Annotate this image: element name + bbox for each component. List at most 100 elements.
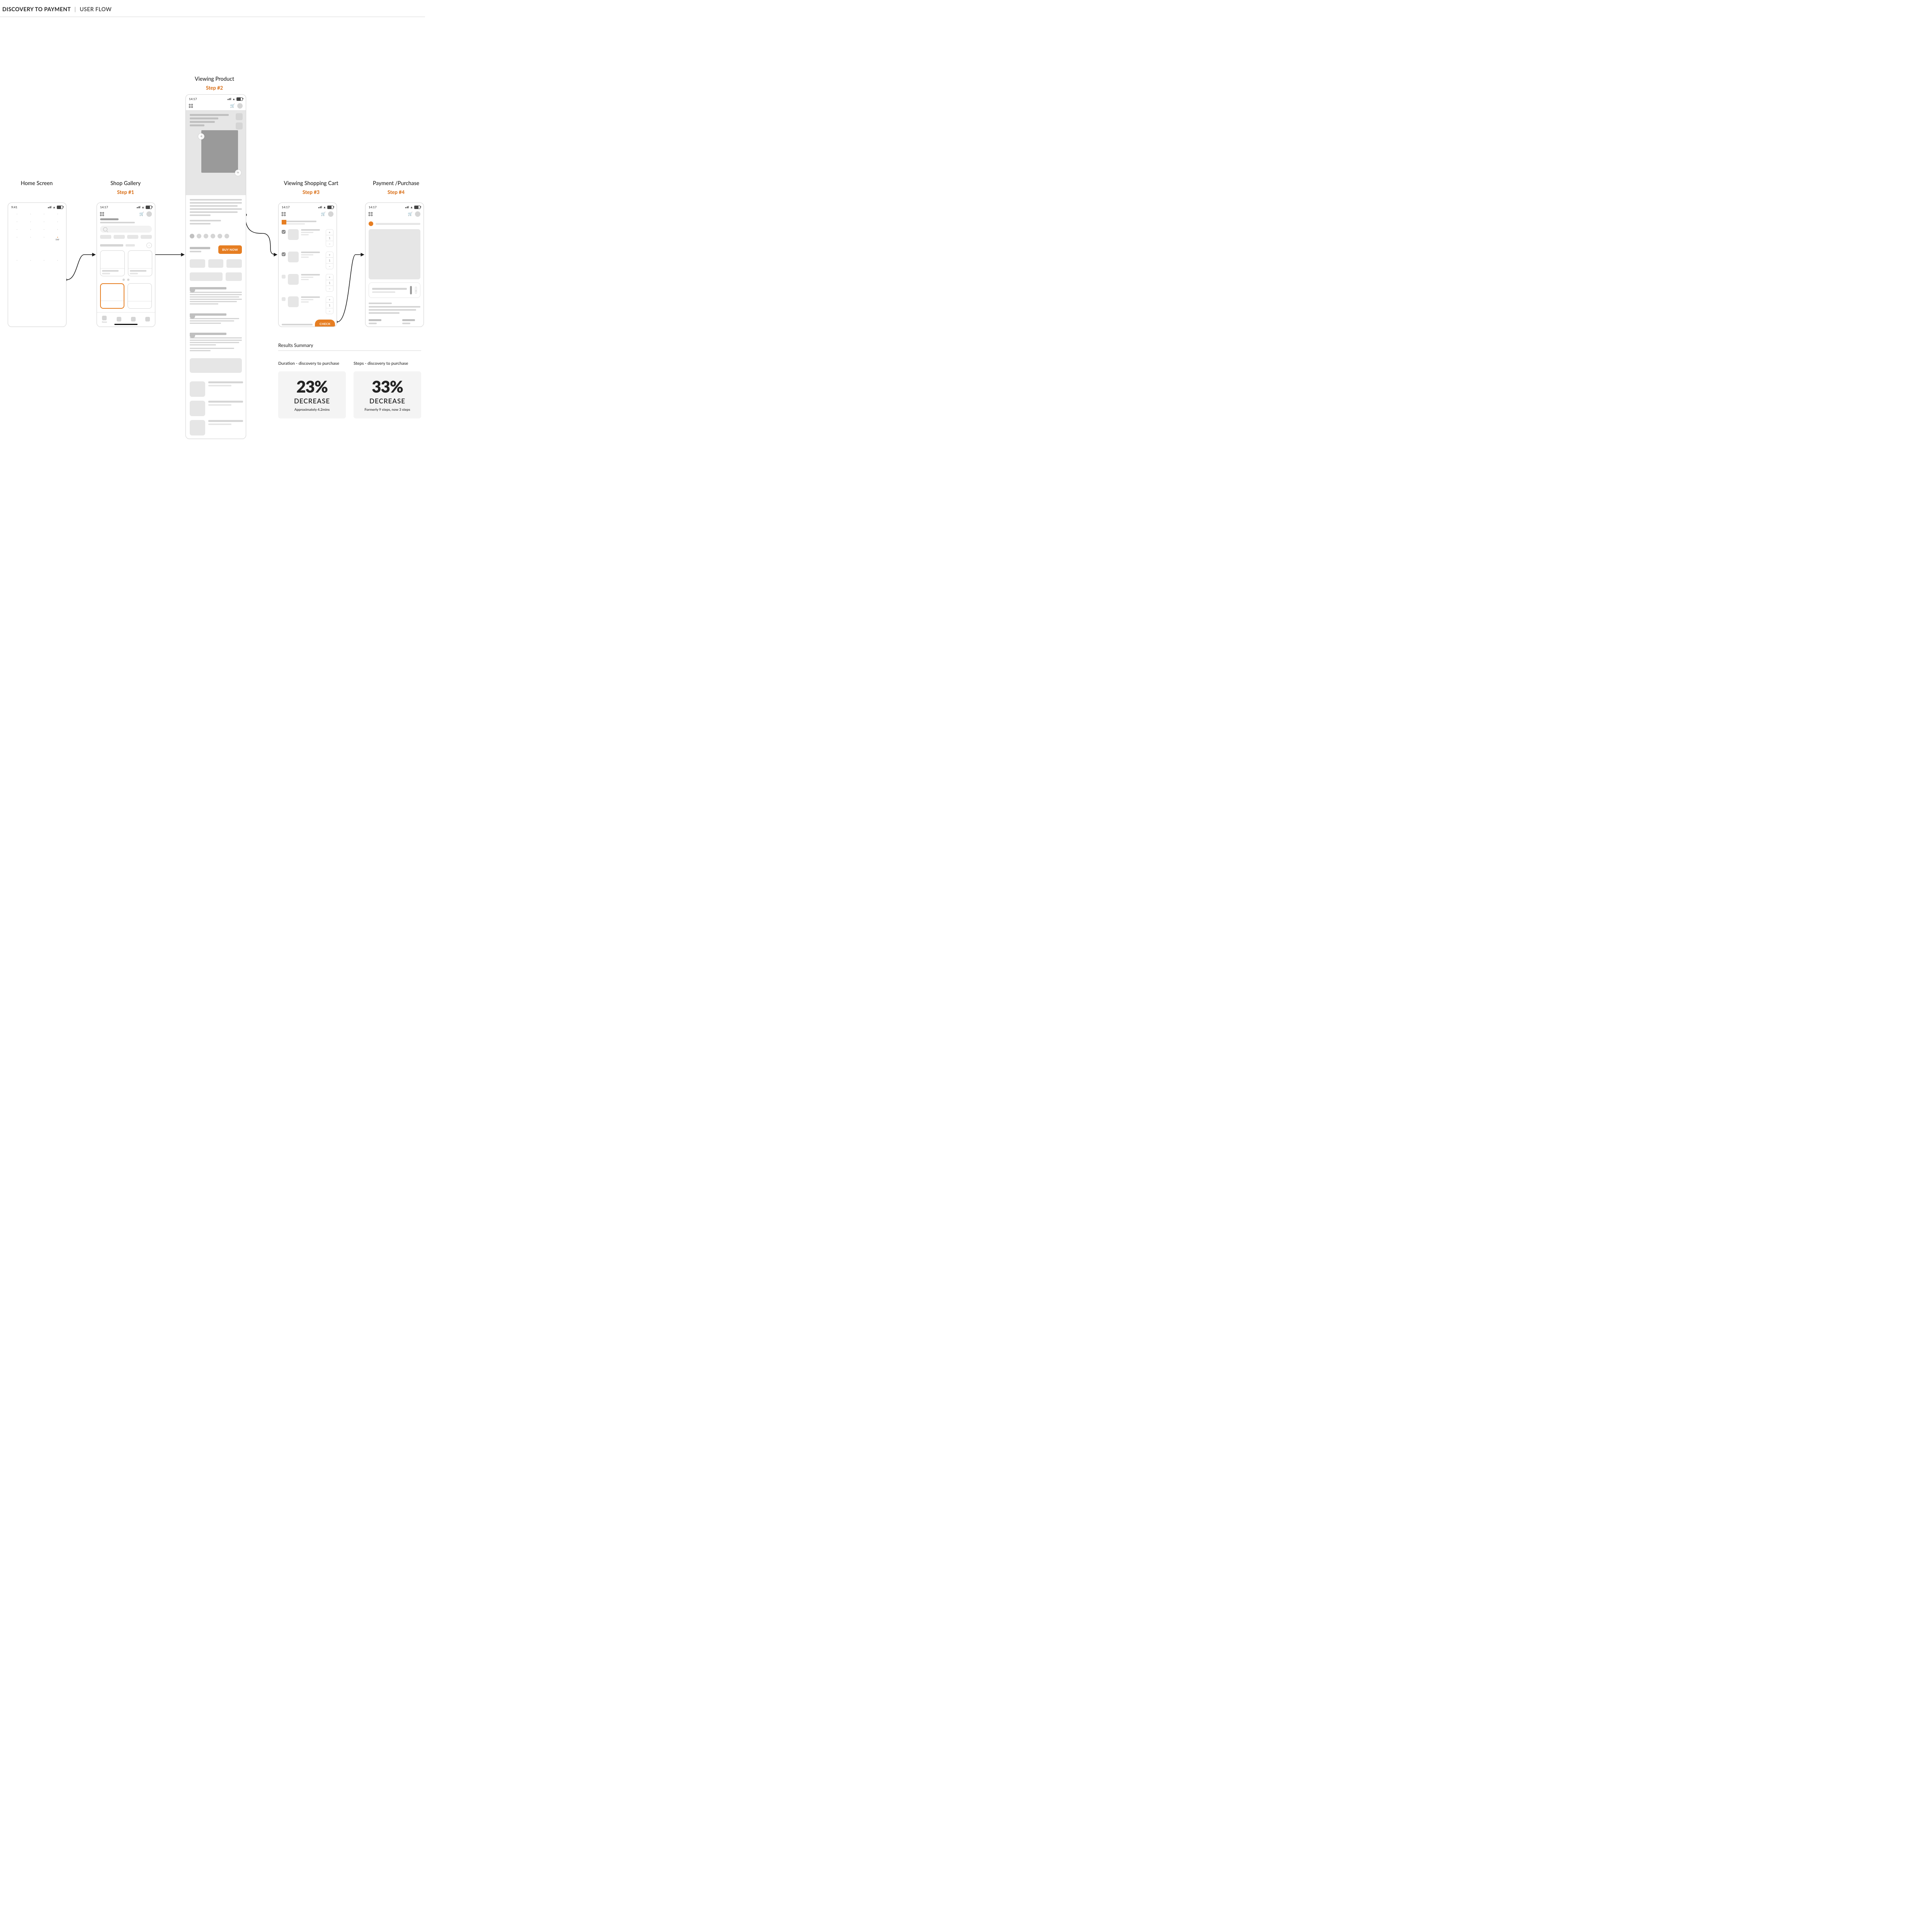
hotspot-icon[interactable]: +	[235, 170, 241, 176]
stepper-minus[interactable]: −	[326, 241, 333, 247]
swatch[interactable]	[218, 234, 222, 238]
avatar-icon[interactable]	[328, 211, 333, 217]
app-icon[interactable]	[12, 237, 22, 241]
app-icon[interactable]	[53, 221, 62, 225]
app-icon[interactable]	[26, 237, 35, 241]
shop-app-icon[interactable]: SW	[53, 237, 62, 241]
search-input[interactable]	[100, 226, 152, 233]
app-icon[interactable]	[39, 214, 49, 218]
checkout-button[interactable]: CHECK OUT	[315, 320, 335, 327]
select-all-flag[interactable]	[282, 220, 286, 224]
chip[interactable]	[114, 235, 125, 239]
info-tile[interactable]	[190, 259, 205, 268]
swatch[interactable]	[204, 234, 208, 238]
cart-icon[interactable]: 🛒	[408, 212, 413, 216]
status-time: 9:41	[11, 205, 17, 209]
swatch[interactable]	[224, 234, 229, 238]
qty-stepper[interactable]: + 1 −	[326, 274, 333, 292]
summary-col	[369, 319, 387, 324]
menu-grid-icon[interactable]	[369, 212, 372, 216]
app-icon[interactable]	[39, 260, 49, 264]
cart-icon[interactable]: 🛒	[139, 212, 144, 216]
app-icon[interactable]	[53, 214, 62, 218]
checkbox[interactable]	[282, 230, 286, 234]
app-icon[interactable]	[12, 214, 22, 218]
promo-banner[interactable]	[190, 358, 242, 373]
list-item[interactable]	[190, 420, 242, 435]
swatch[interactable]	[190, 234, 194, 238]
qty-stepper[interactable]: + 1 −	[326, 229, 333, 247]
app-icon[interactable]	[53, 229, 62, 233]
summary-columns	[366, 317, 423, 327]
info-tile[interactable]	[190, 272, 223, 281]
thumbnail[interactable]	[236, 122, 243, 129]
info-tile[interactable]	[226, 272, 242, 281]
card-action-icon[interactable]: ›	[415, 287, 417, 294]
product-card-selected[interactable]	[100, 283, 124, 309]
product-card[interactable]	[128, 250, 153, 276]
item-thumb[interactable]	[288, 274, 299, 285]
menu-grid-icon[interactable]	[100, 212, 104, 216]
avatar-icon[interactable]	[415, 211, 420, 217]
tab-home[interactable]: Home	[102, 316, 107, 323]
cart-icon[interactable]: 🛒	[321, 212, 326, 216]
stepper-plus[interactable]: +	[326, 230, 333, 235]
avatar-icon[interactable]	[146, 211, 152, 217]
cart-header	[279, 218, 337, 227]
thumbnail[interactable]	[236, 113, 243, 120]
stepper-plus[interactable]: +	[326, 252, 333, 257]
tab-item[interactable]	[131, 317, 136, 322]
chip[interactable]	[141, 235, 152, 239]
app-icon[interactable]	[26, 260, 35, 264]
chip[interactable]	[127, 235, 138, 239]
list-item[interactable]	[190, 381, 242, 397]
stepper-minus[interactable]: −	[326, 286, 333, 291]
app-icon[interactable]	[39, 221, 49, 225]
swatch[interactable]	[197, 234, 201, 238]
swatch[interactable]	[211, 234, 215, 238]
item-thumb[interactable]	[288, 296, 299, 307]
app-icon[interactable]	[12, 221, 22, 225]
app-icon[interactable]	[53, 260, 62, 264]
app-icon[interactable]	[26, 229, 35, 233]
buy-now-button[interactable]: BUY NOW	[218, 245, 242, 254]
metric-value: 33%	[357, 378, 418, 395]
stepper-minus[interactable]: −	[326, 308, 333, 314]
product-card[interactable]	[128, 283, 152, 309]
checkbox[interactable]	[282, 252, 286, 256]
avatar-icon	[190, 313, 195, 319]
item-thumb[interactable]	[288, 252, 299, 262]
header-title: DISCOVERY TO PAYMENT	[2, 6, 71, 12]
product-grid	[97, 283, 155, 309]
map-placeholder[interactable]	[369, 229, 420, 279]
stepper-plus[interactable]: +	[326, 297, 333, 302]
app-icon[interactable]	[26, 221, 35, 225]
menu-grid-icon[interactable]	[282, 212, 286, 216]
avatar-icon[interactable]	[237, 103, 243, 109]
info-tile[interactable]	[208, 259, 224, 268]
app-icon[interactable]	[12, 229, 22, 233]
payment-card[interactable]: ›	[369, 282, 420, 298]
chip[interactable]	[100, 235, 111, 239]
app-icon[interactable]	[39, 237, 49, 241]
tab-item[interactable]	[117, 317, 121, 322]
product-card[interactable]	[100, 250, 125, 276]
app-icon[interactable]	[39, 229, 49, 233]
stepper-minus[interactable]: −	[326, 263, 333, 269]
item-thumb[interactable]	[288, 229, 299, 240]
hotspot-icon[interactable]: +	[198, 133, 204, 139]
info-tile[interactable]	[226, 259, 242, 268]
tab-item[interactable]	[145, 317, 150, 322]
qty-stepper[interactable]: + 1 −	[326, 296, 333, 314]
checkbox[interactable]	[282, 275, 286, 279]
cart-icon[interactable]: 🛒	[230, 104, 235, 108]
stepper-plus[interactable]: +	[326, 274, 333, 280]
list-item[interactable]	[190, 401, 242, 416]
qty-stepper[interactable]: + 1 −	[326, 252, 333, 269]
app-icon[interactable]	[26, 214, 35, 218]
menu-grid-icon[interactable]	[189, 104, 193, 108]
app-icon[interactable]	[12, 260, 22, 264]
hero-image[interactable]: + +	[201, 130, 238, 173]
checkbox[interactable]	[282, 297, 286, 301]
chevron-right-icon[interactable]: ›	[146, 243, 152, 248]
